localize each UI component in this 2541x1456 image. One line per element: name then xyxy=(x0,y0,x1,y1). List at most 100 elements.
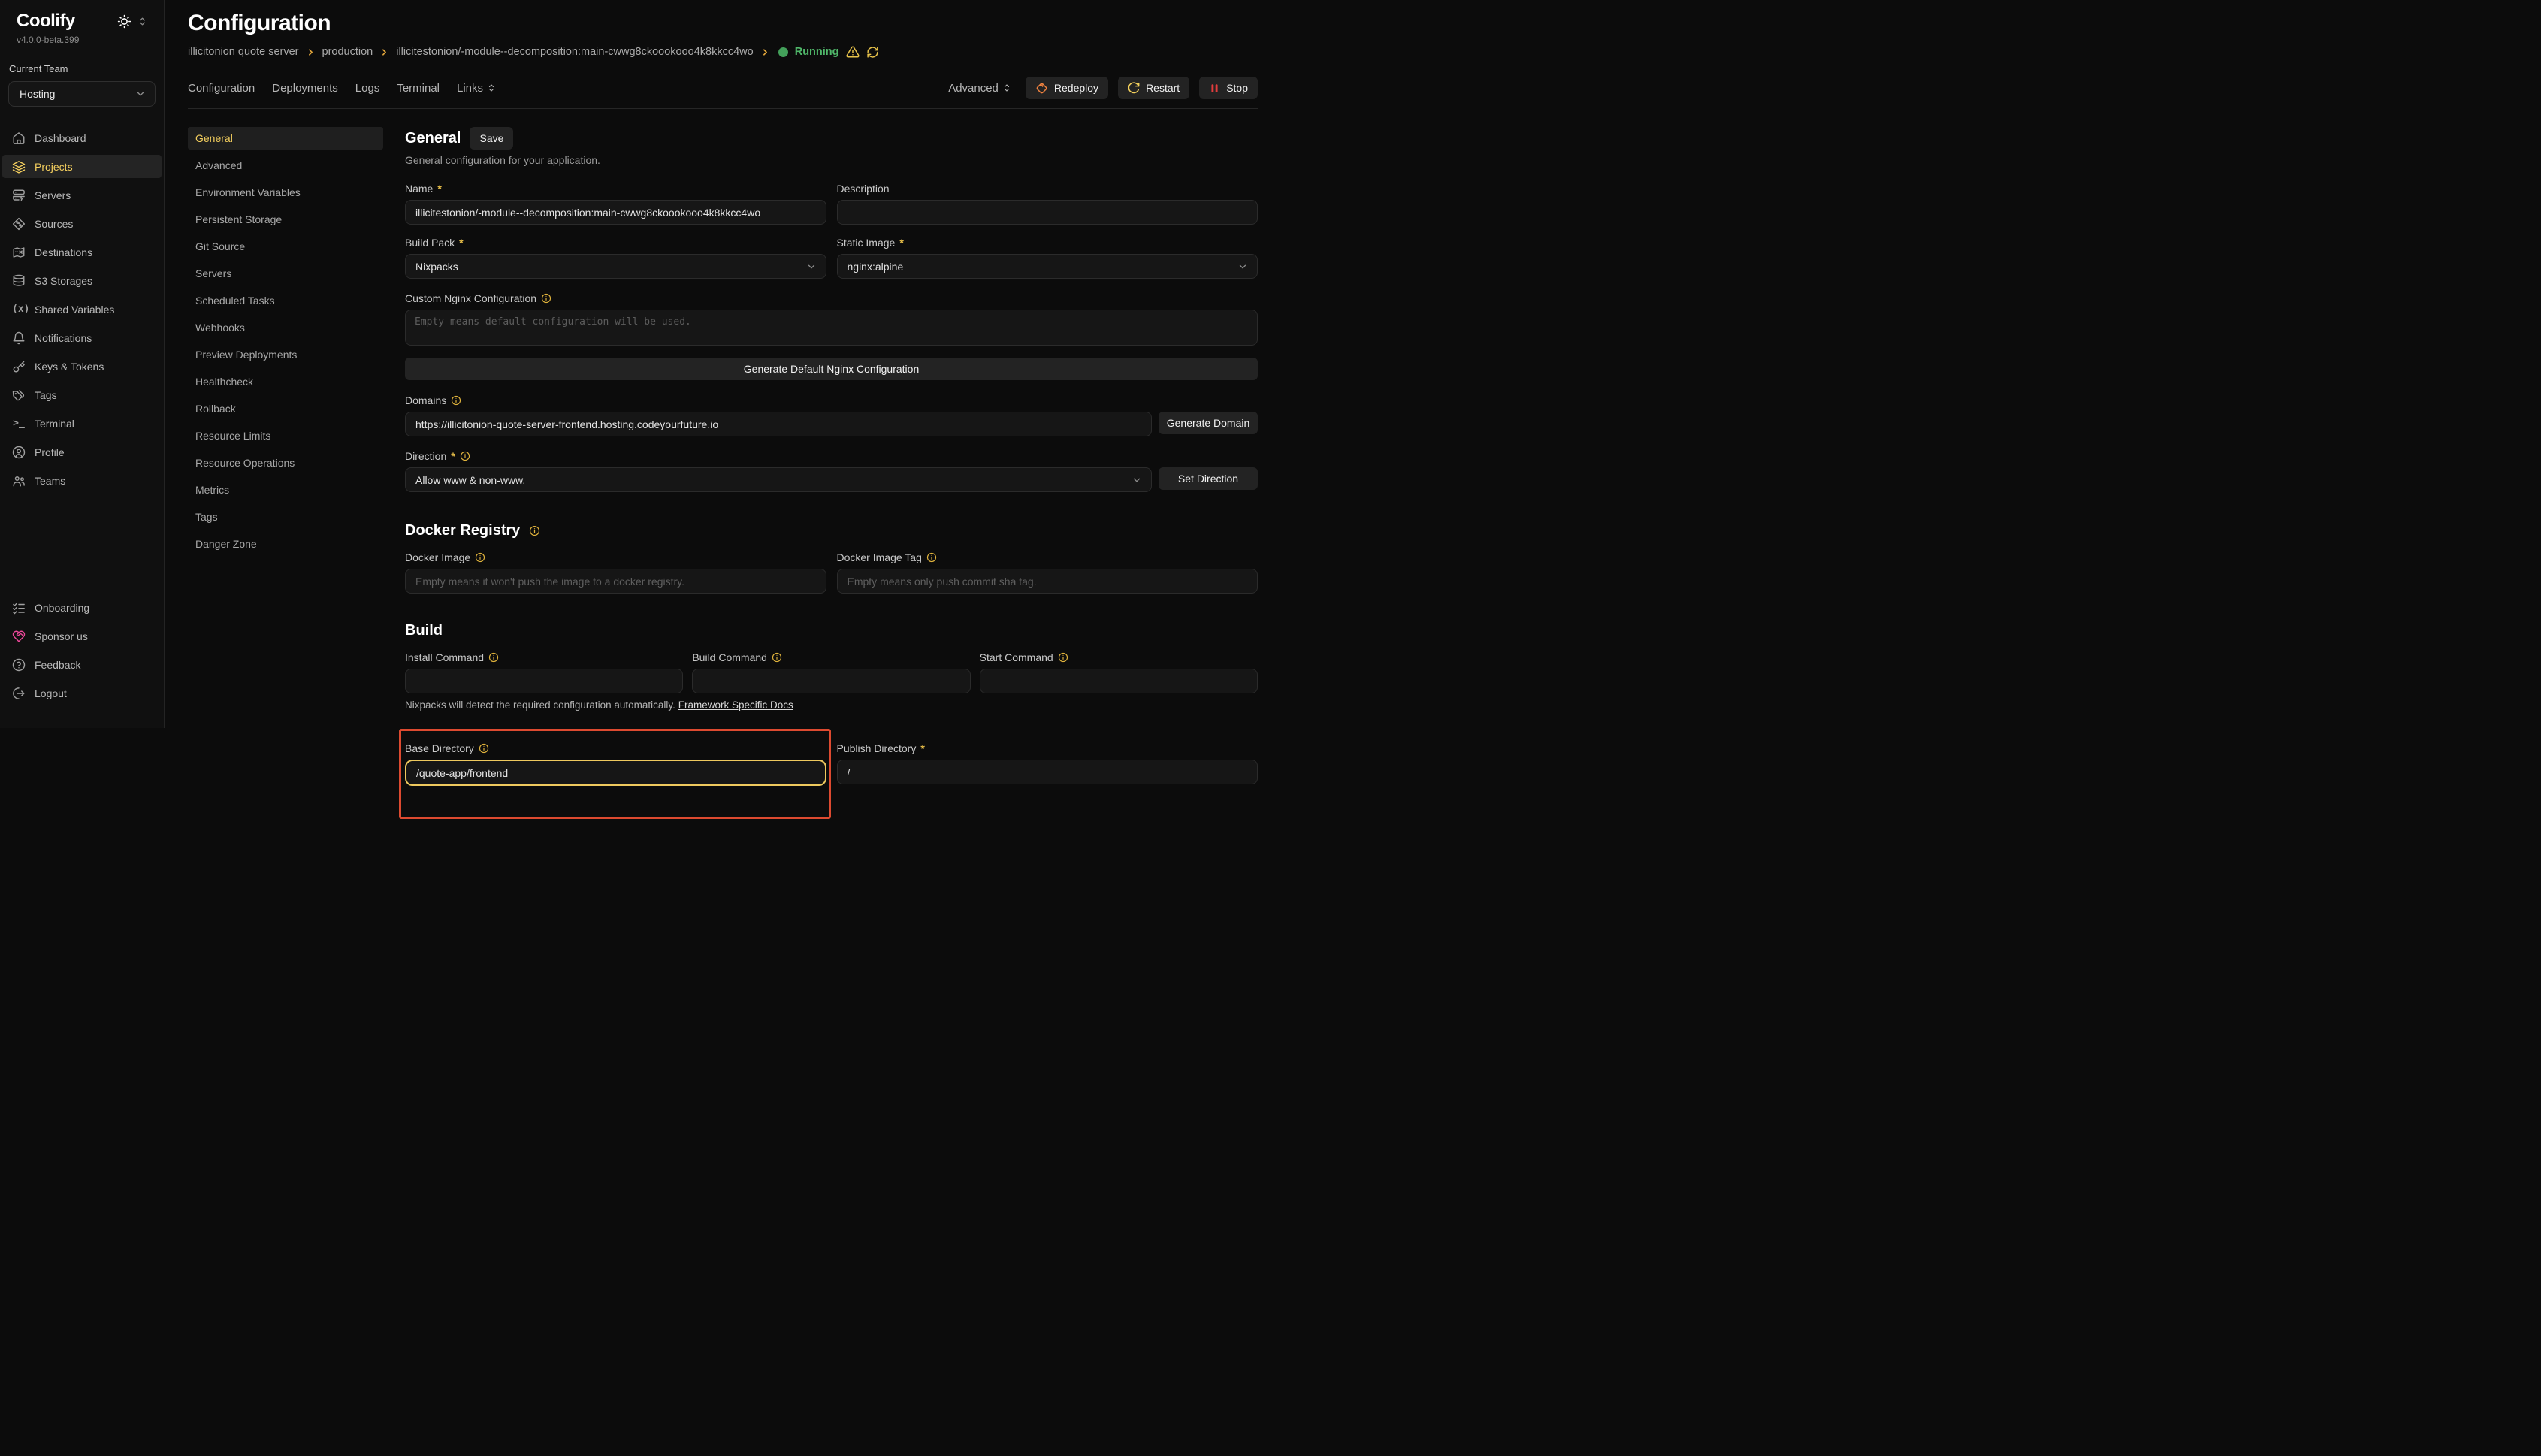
build-pack-select[interactable]: Nixpacks xyxy=(405,254,826,279)
submenu-item-general[interactable]: General xyxy=(188,127,383,150)
publish-directory-input[interactable] xyxy=(837,760,1258,784)
tab-logs[interactable]: Logs xyxy=(355,82,380,95)
sidebar-item-s3-storages[interactable]: S3 Storages xyxy=(2,269,162,292)
restart-icon xyxy=(1128,82,1140,94)
page-title: Configuration xyxy=(188,11,1258,36)
info-icon xyxy=(1058,652,1068,663)
submenu-item-tags[interactable]: Tags xyxy=(188,506,383,528)
terminal-icon: >_ xyxy=(12,418,26,429)
required-asterisk: * xyxy=(459,237,463,249)
start-command-input[interactable] xyxy=(980,669,1258,693)
redeploy-button[interactable]: Redeploy xyxy=(1026,77,1108,99)
description-input[interactable] xyxy=(837,200,1258,225)
name-field-group: Name* xyxy=(405,181,826,225)
logout-icon xyxy=(12,687,26,700)
chevron-right-icon xyxy=(760,47,770,57)
custom-nginx-field-group: Custom Nginx Configuration xyxy=(405,291,1258,349)
submenu-item-resource-limits[interactable]: Resource Limits xyxy=(188,424,383,447)
sidebar-item-onboarding[interactable]: Onboarding xyxy=(2,596,162,619)
sidebar-item-sources[interactable]: Sources xyxy=(2,212,162,235)
build-command-input[interactable] xyxy=(692,669,970,693)
sidebar-item-keys-tokens[interactable]: Keys & Tokens xyxy=(2,355,162,378)
install-command-input[interactable] xyxy=(405,669,683,693)
advanced-dropdown[interactable]: Advanced xyxy=(948,82,1011,95)
generate-nginx-button[interactable]: Generate Default Nginx Configuration xyxy=(405,358,1258,380)
submenu-item-webhooks[interactable]: Webhooks xyxy=(188,316,383,339)
docker-image-input[interactable] xyxy=(405,569,826,594)
submenu-item-healthcheck[interactable]: Healthcheck xyxy=(188,370,383,393)
sidebar-item-teams[interactable]: Teams xyxy=(2,469,162,492)
heart-icon xyxy=(12,630,26,643)
save-button[interactable]: Save xyxy=(470,127,513,150)
help-circle-icon xyxy=(12,658,26,672)
submenu-item-advanced[interactable]: Advanced xyxy=(188,154,383,177)
sidebar-item-destinations[interactable]: Destinations xyxy=(2,240,162,264)
framework-docs-link[interactable]: Framework Specific Docs xyxy=(678,699,793,711)
sidebar-item-terminal[interactable]: >_ Terminal xyxy=(2,412,162,435)
submenu-item-persistent-storage[interactable]: Persistent Storage xyxy=(188,208,383,231)
info-icon xyxy=(475,552,485,563)
breadcrumb-application[interactable]: illicitestonion/-module--decomposition:m… xyxy=(396,46,754,58)
docker-image-tag-input[interactable] xyxy=(837,569,1258,594)
sidebar-item-feedback[interactable]: Feedback xyxy=(2,653,162,676)
submenu-item-rollback[interactable]: Rollback xyxy=(188,397,383,420)
key-icon xyxy=(12,360,26,373)
description-field-group: Description xyxy=(837,181,1258,225)
direction-select[interactable]: Allow www & non-www. xyxy=(405,467,1152,492)
main-area: Configuration illicitonion quote server … xyxy=(165,0,1270,728)
tab-terminal[interactable]: Terminal xyxy=(397,82,440,95)
name-input[interactable] xyxy=(405,200,826,225)
submenu-item-metrics[interactable]: Metrics xyxy=(188,479,383,501)
sidebar-item-tags[interactable]: Tags xyxy=(2,383,162,406)
current-team-label: Current Team xyxy=(0,63,164,77)
breadcrumb: illicitonion quote server production ill… xyxy=(188,45,1258,59)
tab-links[interactable]: Links xyxy=(457,82,496,95)
submenu-item-servers[interactable]: Servers xyxy=(188,262,383,285)
submenu-item-danger-zone[interactable]: Danger Zone xyxy=(188,533,383,555)
set-direction-button[interactable]: Set Direction xyxy=(1159,467,1258,490)
warning-triangle-icon[interactable] xyxy=(846,45,860,59)
submenu-item-git-source[interactable]: Git Source xyxy=(188,235,383,258)
sidebar-item-servers[interactable]: Servers xyxy=(2,183,162,207)
map-icon xyxy=(12,246,26,259)
sidebar-item-dashboard[interactable]: Dashboard xyxy=(2,126,162,150)
custom-nginx-textarea[interactable] xyxy=(405,310,1258,346)
static-image-select[interactable]: nginx:alpine xyxy=(837,254,1258,279)
stop-button[interactable]: Stop xyxy=(1199,77,1258,99)
domains-field-group: Domains Generate Domain xyxy=(405,393,1258,436)
sidebar-item-notifications[interactable]: Notifications xyxy=(2,326,162,349)
submenu-item-environment-variables[interactable]: Environment Variables xyxy=(188,181,383,204)
status-badge[interactable]: Running xyxy=(795,46,839,58)
tab-configuration[interactable]: Configuration xyxy=(188,82,255,95)
tags-icon xyxy=(12,388,26,402)
sidebar-item-projects[interactable]: Projects xyxy=(2,155,162,178)
config-submenu: General Advanced Environment Variables P… xyxy=(188,127,383,786)
team-select[interactable]: Hosting xyxy=(8,81,156,107)
sidebar-item-profile[interactable]: Profile xyxy=(2,440,162,464)
breadcrumb-project[interactable]: illicitonion quote server xyxy=(188,46,299,58)
home-icon xyxy=(12,131,26,145)
breadcrumb-environment[interactable]: production xyxy=(322,46,373,58)
generate-domain-button[interactable]: Generate Domain xyxy=(1159,412,1258,434)
refresh-icon[interactable] xyxy=(866,46,879,59)
app-version: v4.0.0-beta.399 xyxy=(0,33,164,47)
info-icon xyxy=(926,552,937,563)
info-icon xyxy=(488,652,499,663)
submenu-item-scheduled-tasks[interactable]: Scheduled Tasks xyxy=(188,289,383,312)
docker-image-tag-field-group: Docker Image Tag xyxy=(837,550,1258,594)
tab-deployments[interactable]: Deployments xyxy=(272,82,338,95)
submenu-item-resource-operations[interactable]: Resource Operations xyxy=(188,452,383,474)
sidebar-item-logout[interactable]: Logout xyxy=(2,681,162,705)
restart-button[interactable]: Restart xyxy=(1118,77,1189,99)
sidebar-item-shared-variables[interactable]: (x) Shared Variables xyxy=(2,298,162,321)
sidebar-item-sponsor-us[interactable]: Sponsor us xyxy=(2,624,162,648)
theme-switcher-chevrons-icon[interactable] xyxy=(137,17,147,26)
base-directory-input[interactable] xyxy=(405,760,826,786)
submenu-item-preview-deployments[interactable]: Preview Deployments xyxy=(188,343,383,366)
chevrons-up-down-icon xyxy=(487,83,496,92)
theme-sun-icon[interactable] xyxy=(117,14,131,29)
base-directory-field-group: Base Directory xyxy=(405,741,826,786)
user-icon xyxy=(12,446,26,459)
domains-input[interactable] xyxy=(405,412,1152,436)
required-asterisk: * xyxy=(920,742,924,754)
